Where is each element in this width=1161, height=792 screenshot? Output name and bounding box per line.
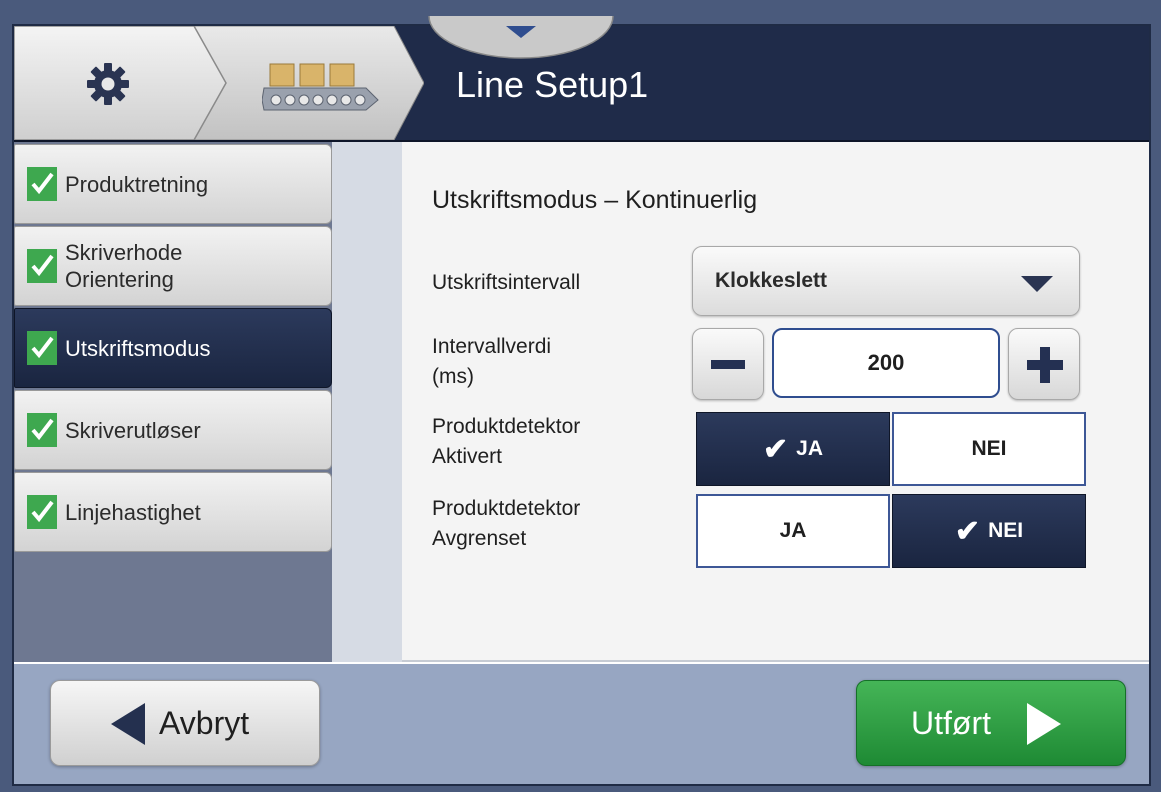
- gear-icon[interactable]: [86, 62, 130, 106]
- settings-panel: Utskriftsmodus – Kontinuerlig Utskriftsi…: [402, 142, 1149, 662]
- sidebar-item-produktretning[interactable]: Produktretning: [14, 144, 332, 224]
- arrow-left-icon: [111, 703, 145, 745]
- pull-down-handle[interactable]: [426, 16, 616, 60]
- detector-enabled-yes-toggle[interactable]: ✔ JA: [696, 412, 890, 486]
- sidebar-item-utskriftsmodus[interactable]: Utskriftsmodus: [14, 308, 332, 388]
- detector-enabled-no-toggle[interactable]: NEI: [892, 412, 1086, 486]
- detector-limited-yes-toggle[interactable]: JA: [696, 494, 890, 568]
- sidebar-item-skriverutloser[interactable]: Skriverutløser: [14, 390, 332, 470]
- conveyor-icon[interactable]: [262, 60, 382, 112]
- chevron-down-icon: [1021, 276, 1053, 292]
- check-icon: [27, 413, 57, 447]
- sidebar-item-label: Skriverutløser: [65, 418, 201, 443]
- section-title: Utskriftsmodus – Kontinuerlig: [432, 186, 758, 214]
- detector-limited-no-toggle[interactable]: ✔ NEI: [892, 494, 1086, 568]
- footer-bar: Avbryt Utført: [14, 664, 1149, 784]
- device-frame: Line Setup1 Produktretning Skriverhode O…: [0, 0, 1161, 792]
- interval-value-label: Intervallverdi (ms): [432, 335, 552, 388]
- checkmark-icon: ✔: [954, 514, 981, 548]
- check-icon: [27, 249, 57, 283]
- print-interval-label: Utskriftsintervall: [432, 271, 581, 294]
- sidebar-item-skriverhode-orientering[interactable]: Skriverhode Orientering: [14, 226, 332, 306]
- check-icon: [27, 331, 57, 365]
- print-interval-value: Klokkeslett: [715, 269, 828, 292]
- breadcrumb: [14, 26, 424, 140]
- detector-enabled-label: Produktdetektor Aktivert: [432, 415, 581, 468]
- check-icon: [27, 495, 57, 529]
- cancel-button[interactable]: Avbryt: [50, 680, 320, 766]
- page-title: Line Setup1: [456, 64, 649, 105]
- interval-value-input[interactable]: [772, 328, 1000, 398]
- increment-button[interactable]: [1008, 328, 1080, 400]
- decrement-button[interactable]: [692, 328, 764, 400]
- sidebar-item-label: Produktretning: [65, 172, 209, 197]
- checkmark-icon: ✔: [763, 432, 789, 466]
- sidebar-divider: [332, 142, 402, 662]
- arrow-right-icon: [1027, 703, 1061, 745]
- detector-limited-label: Produktdetektor Avgrenset: [432, 497, 581, 550]
- sidebar-item-label: Linjehastighet: [65, 500, 201, 525]
- sidebar-item-label: Skriverhode Orientering: [65, 240, 183, 292]
- print-interval-dropdown[interactable]: Klokkeslett: [692, 246, 1080, 316]
- sidebar-item-linjehastighet[interactable]: Linjehastighet: [14, 472, 332, 552]
- minus-icon: [711, 360, 745, 369]
- sidebar-item-label: Utskriftsmodus: [65, 336, 211, 361]
- check-icon: [27, 167, 57, 201]
- screen: Line Setup1 Produktretning Skriverhode O…: [12, 16, 1151, 786]
- done-button[interactable]: Utført: [856, 680, 1126, 766]
